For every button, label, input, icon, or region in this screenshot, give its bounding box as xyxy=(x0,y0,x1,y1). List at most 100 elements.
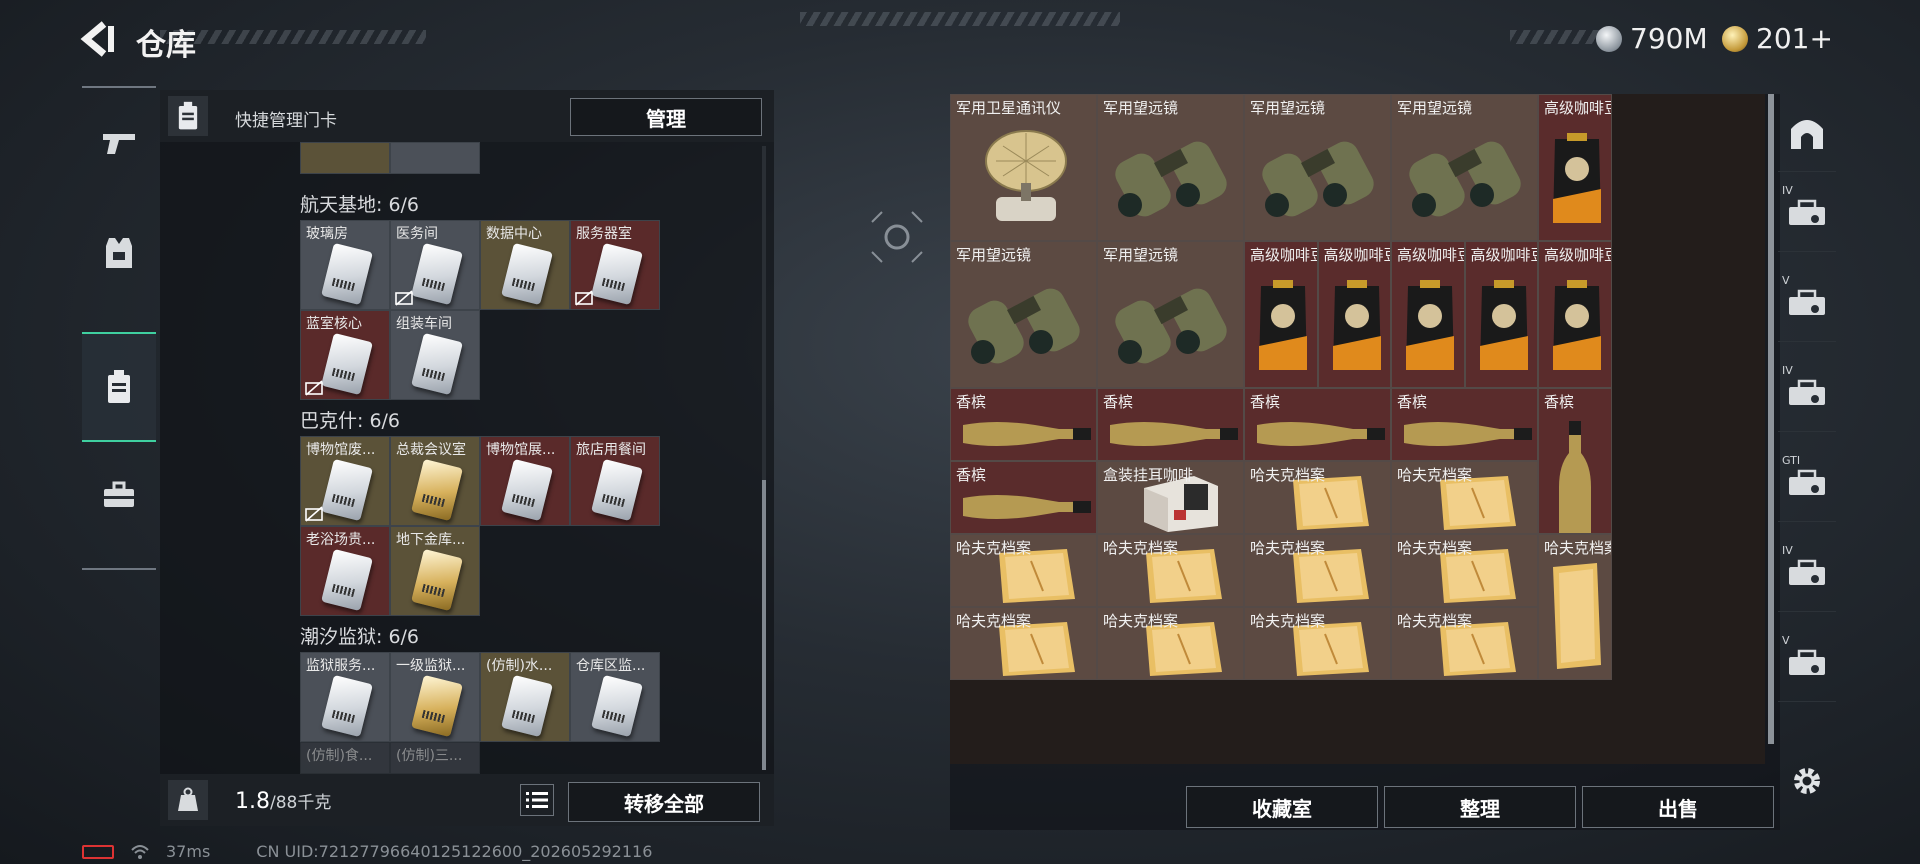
stash-item-slot[interactable]: 哈夫克档案 xyxy=(1244,461,1391,534)
stash-item-slot[interactable]: 香槟 xyxy=(950,388,1097,461)
keycard-slot[interactable]: 服务器室 xyxy=(570,220,660,310)
manage-button[interactable]: 管理 xyxy=(570,98,762,136)
toolbox-icon xyxy=(104,481,134,507)
case-level-label: GTI xyxy=(1782,454,1801,467)
stash-item-slot[interactable]: 哈夫克档案 xyxy=(1391,534,1538,607)
sort-button[interactable]: 整理 xyxy=(1384,786,1576,828)
stash-item-slot[interactable]: 哈夫克档案 xyxy=(950,534,1097,607)
nav-equipment[interactable] xyxy=(82,198,156,308)
keycard-slot[interactable]: 玻璃房 xyxy=(300,220,390,310)
champagne-bottle-icon xyxy=(1559,421,1591,533)
storage-case-tab[interactable]: GTI xyxy=(1778,444,1836,522)
settings-button[interactable] xyxy=(1778,742,1836,820)
keycard-slot[interactable] xyxy=(300,142,390,174)
stash-item-slot[interactable]: 哈夫克档案 xyxy=(1097,534,1244,607)
stash-item-slot[interactable]: 香槟 xyxy=(1097,388,1244,461)
stash-item-slot[interactable]: 哈夫克档案 xyxy=(950,607,1097,680)
keycard-slot[interactable]: (仿制)三... xyxy=(390,742,480,774)
stash-item-slot[interactable]: 军用望远镜 xyxy=(1391,94,1538,241)
keycard-slot[interactable]: 博物馆展... xyxy=(480,436,570,526)
sell-button[interactable]: 出售 xyxy=(1582,786,1774,828)
stash-item-slot[interactable]: 高级咖啡豆 xyxy=(1391,241,1465,388)
nav-toolbox[interactable] xyxy=(82,440,156,550)
storage-main-tab[interactable] xyxy=(1778,94,1836,172)
item-name: 哈夫克档案 xyxy=(1397,466,1473,484)
dossier-folder-icon xyxy=(1553,563,1601,669)
gold-currency[interactable]: 201+ xyxy=(1722,22,1833,55)
keycard-name: 仓库区监... xyxy=(576,658,646,674)
back-arrow-icon[interactable] xyxy=(80,20,120,58)
stash-item-slot[interactable]: 高级咖啡豆 xyxy=(1317,241,1391,388)
keycard-icon xyxy=(321,458,373,522)
stash-item-slot[interactable]: 高级咖啡豆 xyxy=(1538,241,1612,388)
keycard-slot[interactable] xyxy=(390,142,480,174)
keycard-slot[interactable]: (仿制)食... xyxy=(300,742,390,774)
gold-coin-icon xyxy=(1722,25,1748,52)
item-name: 高级咖啡豆 xyxy=(1470,246,1538,264)
stash-item-slot[interactable]: 军用望远镜 xyxy=(1244,94,1391,241)
transfer-all-button[interactable]: 转移全部 xyxy=(568,782,760,822)
collection-room-button[interactable]: 收藏室 xyxy=(1186,786,1378,828)
stash-item-slot[interactable]: 高级咖啡豆 xyxy=(1538,94,1612,241)
stash-item-slot[interactable]: 香槟 xyxy=(1538,388,1612,534)
keycard-slot[interactable]: 仓库区监... xyxy=(570,652,660,742)
item-name: 香槟 xyxy=(1250,393,1281,411)
stash-item-slot[interactable]: 盒装挂耳咖啡 xyxy=(1097,461,1244,534)
stash-item-slot[interactable]: 哈夫克档案 xyxy=(1538,534,1612,680)
item-name: 高级咖啡豆 xyxy=(1397,246,1464,264)
coffee-bag-icon xyxy=(1553,280,1601,370)
item-name: 军用望远镜 xyxy=(1103,246,1179,264)
stash-item-slot[interactable]: 香槟 xyxy=(1244,388,1391,461)
keycard-slot[interactable]: 博物馆废... xyxy=(300,436,390,526)
nav-weapons[interactable] xyxy=(82,88,156,198)
no-drop-icon xyxy=(305,380,323,396)
storage-case-tab[interactable]: IV xyxy=(1778,354,1836,432)
keycard-slot[interactable]: 总裁会议室 xyxy=(390,436,480,526)
keycard-slot[interactable]: 老浴场贵... xyxy=(300,526,390,616)
keycard-slot[interactable]: (仿制)水... xyxy=(480,652,570,742)
item-name: 哈夫克档案 xyxy=(1544,539,1611,557)
keycard-slot[interactable]: 蓝室核心 xyxy=(300,310,390,400)
stash-footer: 收藏室 整理 出售 xyxy=(950,778,1780,830)
keycard-slot[interactable]: 监狱服务... xyxy=(300,652,390,742)
item-name: 哈夫克档案 xyxy=(1397,539,1473,557)
champagne-bottle-icon xyxy=(1404,422,1532,446)
item-name: 哈夫克档案 xyxy=(1397,612,1473,630)
silver-coin-icon xyxy=(1596,25,1622,52)
keycard-name: 地下金库... xyxy=(396,532,466,548)
nav-keycards[interactable] xyxy=(82,332,156,442)
keycard-holder-icon xyxy=(108,370,130,403)
stash-item-slot[interactable]: 哈夫克档案 xyxy=(1244,534,1391,607)
keycard-scrollbar-thumb[interactable] xyxy=(762,480,766,770)
item-name: 军用望远镜 xyxy=(956,246,1032,264)
stash-scrollbar[interactable] xyxy=(1768,94,1774,744)
stash-item-slot[interactable]: 高级咖啡豆 xyxy=(1244,241,1318,388)
satellite-dish-icon xyxy=(985,130,1067,221)
keycard-slot[interactable]: 旅店用餐间 xyxy=(570,436,660,526)
stash-item-slot[interactable]: 高级咖啡豆 xyxy=(1464,241,1538,388)
keycard-slot[interactable]: 医务间 xyxy=(390,220,480,310)
keycard-slot[interactable]: 地下金库... xyxy=(390,526,480,616)
storage-case-tab[interactable]: V xyxy=(1778,624,1836,702)
keycard-slot[interactable]: 组装车间 xyxy=(390,310,480,400)
stash-item-slot[interactable]: 哈夫克档案 xyxy=(1391,461,1538,534)
stash-item-slot[interactable]: 军用望远镜 xyxy=(950,241,1097,388)
stash-item-slot[interactable]: 军用望远镜 xyxy=(1097,94,1244,241)
stash-item-slot[interactable]: 军用卫星通讯仪 xyxy=(950,94,1097,241)
stash-item-slot[interactable]: 哈夫克档案 xyxy=(1244,607,1391,680)
list-view-button[interactable] xyxy=(520,784,554,816)
stash-item-slot[interactable]: 哈夫克档案 xyxy=(1391,607,1538,680)
item-name: 香槟 xyxy=(1397,393,1428,411)
keycard-slot[interactable]: 一级监狱... xyxy=(390,652,480,742)
stash-item-slot[interactable]: 哈夫克档案 xyxy=(1097,607,1244,680)
keycard-slot[interactable]: 数据中心 xyxy=(480,220,570,310)
coffee-bag-icon xyxy=(1479,280,1528,370)
storage-case-icon xyxy=(1789,469,1825,495)
stash-item-slot[interactable]: 香槟 xyxy=(950,461,1097,534)
item-name: 香槟 xyxy=(956,466,987,484)
stash-item-slot[interactable]: 香槟 xyxy=(1391,388,1538,461)
stash-item-slot[interactable]: 军用望远镜 xyxy=(1097,241,1244,388)
storage-case-tab[interactable]: IV xyxy=(1778,174,1836,252)
storage-case-tab[interactable]: IV xyxy=(1778,534,1836,612)
storage-case-tab[interactable]: V xyxy=(1778,264,1836,342)
